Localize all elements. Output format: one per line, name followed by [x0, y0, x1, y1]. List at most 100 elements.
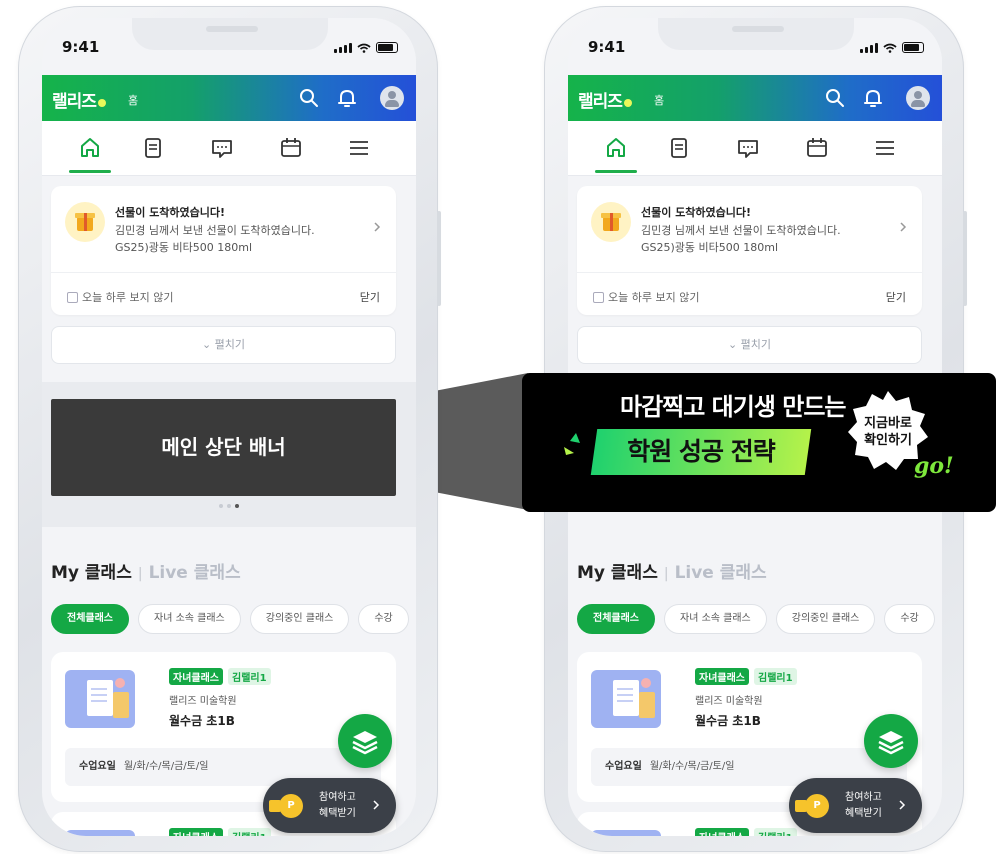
chevron-down-icon: ⌄: [727, 338, 741, 351]
notch: [658, 18, 854, 50]
tab-bar: [568, 121, 942, 176]
notice-body: 김민경 님께서 보낸 선물이 도착하였습니다. GS25)광동 비타500 180…: [641, 224, 841, 254]
checkbox-icon: [593, 291, 604, 303]
section-title: My 클래스 | Live 클래스: [51, 563, 241, 583]
top-bar: 랠리즈 홈: [42, 75, 416, 121]
bell-icon[interactable]: [336, 87, 358, 109]
promo-banner[interactable]: 마감찍고 대기생 만드는 학원 성공 전략 지금바로 확인하기 go!: [522, 373, 996, 512]
notch: [132, 18, 328, 50]
status-time: 9:41: [588, 38, 626, 56]
chip-child-classes[interactable]: 자녀 소속 클래스: [664, 604, 767, 634]
notice-close-button[interactable]: 닫기: [886, 289, 906, 305]
chat-icon[interactable]: [735, 135, 761, 161]
calendar-icon[interactable]: [804, 135, 830, 161]
profile-avatar[interactable]: [380, 86, 404, 110]
chevron-right-icon: [373, 800, 380, 810]
app-logo[interactable]: 랠리즈: [578, 87, 632, 112]
dont-show-today-checkbox[interactable]: 오늘 하루 보지 않기: [593, 289, 699, 305]
chip-all-classes[interactable]: 전체클래스: [51, 604, 129, 634]
tag-child-name: 김랠리1: [754, 668, 797, 685]
tag-child-class: 자녀클래스: [695, 668, 749, 685]
layers-fab-button[interactable]: [864, 714, 918, 768]
gift-icon: [591, 202, 631, 242]
layers-icon: [352, 731, 378, 755]
battery-icon: [902, 42, 924, 53]
class-filter-chips: 전체클래스 자녀 소속 클래스 강의중인 클래스 수강: [577, 604, 935, 634]
document-icon[interactable]: [666, 135, 692, 161]
arrow-accent-icon: [564, 433, 580, 455]
page-label: 홈: [654, 94, 665, 107]
chip-teaching-classes[interactable]: 강의중인 클래스: [775, 604, 876, 634]
screen-left: 9:41 랠리즈 홈 선물이 도착하였습니다! 김민경 님께서 보낸 선물이 도…: [42, 18, 416, 836]
promo-headline: 마감찍고 대기생 만드는: [620, 393, 847, 421]
class-thumbnail: [591, 670, 661, 728]
notice-title: 선물이 도착하였습니다!: [115, 206, 226, 219]
class-thumbnail: [591, 830, 661, 836]
banner-pagination: [219, 504, 239, 508]
notice-body: 김민경 님께서 보낸 선물이 도착하였습니다. GS25)광동 비타500 180…: [115, 224, 315, 254]
chevron-down-icon: ⌄: [201, 338, 215, 351]
search-icon[interactable]: [298, 87, 320, 109]
class-name: 월수금 초1B: [169, 714, 235, 728]
academy-name: 랠리즈 미술학원: [169, 696, 237, 707]
top-bar: 랠리즈 홈: [568, 75, 942, 121]
calendar-icon[interactable]: [278, 135, 304, 161]
status-time: 9:41: [62, 38, 100, 56]
profile-avatar[interactable]: [906, 86, 930, 110]
signal-icon: [860, 43, 878, 53]
notice-close-button[interactable]: 닫기: [360, 289, 380, 305]
tag-child-name: 김랠리1: [228, 668, 271, 685]
coin-icon: P: [795, 794, 829, 818]
wifi-icon: [357, 43, 371, 53]
class-filter-chips: 전체클래스 자녀 소속 클래스 강의중인 클래스 수강: [51, 604, 409, 634]
chip-enrolled-classes[interactable]: 수강: [358, 604, 409, 634]
reward-button[interactable]: P 참여하고 혜택받기: [789, 778, 922, 833]
live-class-tab[interactable]: Live 클래스: [149, 563, 241, 583]
tab-bar: [42, 121, 416, 176]
section-title: My 클래스 | Live 클래스: [577, 563, 767, 583]
battery-icon: [376, 42, 398, 53]
class-thumbnail: [65, 670, 135, 728]
dont-show-today-checkbox[interactable]: 오늘 하루 보지 않기: [67, 289, 173, 305]
document-icon[interactable]: [140, 135, 166, 161]
reward-button[interactable]: P 참여하고 혜택받기: [263, 778, 396, 833]
active-tab-indicator: [69, 170, 111, 173]
chat-icon[interactable]: [209, 135, 235, 161]
chevron-right-icon: [899, 800, 906, 810]
wifi-icon: [883, 43, 897, 53]
tag-child-class: 자녀클래스: [169, 668, 223, 685]
main-banner-area: 메인 상단 배너: [42, 382, 416, 527]
chip-child-classes[interactable]: 자녀 소속 클래스: [138, 604, 241, 634]
home-icon[interactable]: [77, 135, 103, 161]
chip-teaching-classes[interactable]: 강의중인 클래스: [249, 604, 350, 634]
menu-icon[interactable]: [346, 135, 372, 161]
signal-icon: [334, 43, 352, 53]
main-banner-placeholder[interactable]: 메인 상단 배너: [51, 399, 396, 496]
menu-icon[interactable]: [872, 135, 898, 161]
phone-left: 9:41 랠리즈 홈 선물이 도착하였습니다! 김민경 님께서 보낸 선물이 도…: [18, 6, 441, 852]
chip-enrolled-classes[interactable]: 수강: [884, 604, 935, 634]
bell-icon[interactable]: [862, 87, 884, 109]
academy-name: 랠리즈 미술학원: [695, 696, 763, 707]
chevron-right-icon[interactable]: [372, 222, 382, 232]
chevron-right-icon[interactable]: [898, 222, 908, 232]
home-icon[interactable]: [603, 135, 629, 161]
class-thumbnail: [65, 830, 135, 836]
class-name: 월수금 초1B: [695, 714, 761, 728]
notice-title: 선물이 도착하였습니다!: [641, 206, 752, 219]
promo-go-text: go!: [914, 453, 954, 479]
search-icon[interactable]: [824, 87, 846, 109]
gift-notice-card[interactable]: 선물이 도착하였습니다! 김민경 님께서 보낸 선물이 도착하였습니다. GS25…: [577, 186, 922, 315]
layers-fab-button[interactable]: [338, 714, 392, 768]
chip-all-classes[interactable]: 전체클래스: [577, 604, 655, 634]
expand-button[interactable]: ⌄ 펼치기: [51, 326, 396, 364]
coin-icon: P: [269, 794, 303, 818]
layers-icon: [878, 731, 904, 755]
live-class-tab[interactable]: Live 클래스: [675, 563, 767, 583]
app-logo[interactable]: 랠리즈: [52, 87, 106, 112]
page-label: 홈: [128, 94, 139, 107]
promo-cta[interactable]: 지금바로 확인하기: [846, 415, 930, 449]
active-tab-indicator: [595, 170, 637, 173]
expand-button[interactable]: ⌄ 펼치기: [577, 326, 922, 364]
gift-notice-card[interactable]: 선물이 도착하였습니다! 김민경 님께서 보낸 선물이 도착하였습니다. GS25…: [51, 186, 396, 315]
